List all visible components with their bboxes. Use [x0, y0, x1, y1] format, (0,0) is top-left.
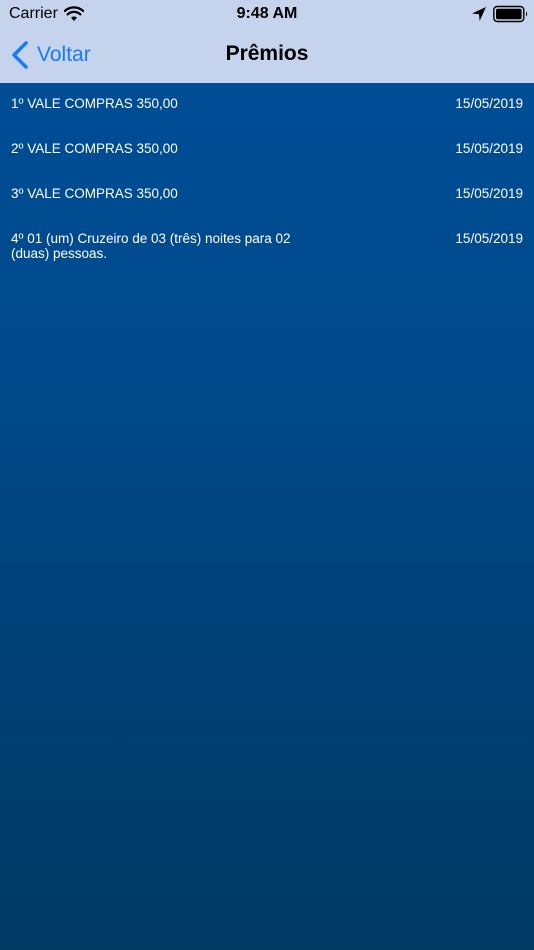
status-bar: Carrier 9:48 AM [0, 0, 534, 28]
navigation-bar: Voltar Prêmios [0, 28, 534, 83]
prize-row[interactable]: 1º VALE COMPRAS 350,00 15/05/2019 [0, 83, 534, 128]
location-arrow-icon [472, 7, 486, 21]
prize-description: 3º VALE COMPRAS 350,00 [11, 186, 178, 201]
status-time: 9:48 AM [236, 5, 298, 22]
page-title: Prêmios [225, 42, 309, 65]
prize-date: 15/05/2019 [455, 141, 523, 156]
top-bar: Carrier 9:48 AM Voltar Prêmios [0, 0, 534, 83]
prize-date: 15/05/2019 [455, 231, 523, 246]
prize-row[interactable]: 3º VALE COMPRAS 350,00 15/05/2019 [0, 173, 534, 218]
prize-row[interactable]: 4º 01 (um) Cruzeiro de 03 (três) noites … [0, 218, 534, 278]
prize-date: 15/05/2019 [455, 96, 523, 111]
prize-date: 15/05/2019 [455, 186, 523, 201]
battery-icon [493, 5, 528, 23]
prize-description: 1º VALE COMPRAS 350,00 [11, 96, 178, 111]
prize-description: 2º VALE COMPRAS 350,00 [11, 141, 178, 156]
prize-description: 4º 01 (um) Cruzeiro de 03 (três) noites … [11, 231, 291, 261]
prize-row[interactable]: 2º VALE COMPRAS 350,00 15/05/2019 [0, 128, 534, 173]
prize-list: 1º VALE COMPRAS 350,00 15/05/2019 2º VAL… [0, 83, 534, 950]
